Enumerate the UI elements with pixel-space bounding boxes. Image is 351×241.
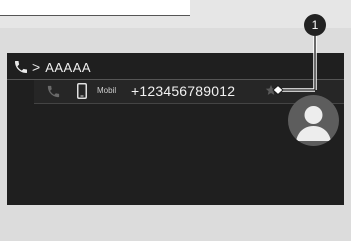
person-icon — [296, 106, 331, 141]
number-type-label: Mobil — [97, 86, 117, 95]
phone-icon — [47, 85, 60, 98]
star-icon[interactable] — [265, 84, 277, 96]
phone-icon[interactable] — [13, 59, 29, 75]
top-tab — [0, 0, 190, 16]
phone-number: +123456789012 — [131, 83, 236, 99]
breadcrumb-separator: > — [32, 59, 41, 75]
callout-badge: 1 — [304, 14, 326, 36]
phone-contact-screen: > AAAAA Mobil +123456789012 — [7, 53, 344, 205]
contact-name: AAAAA — [45, 59, 92, 75]
mobile-phone-icon — [77, 83, 87, 99]
contact-avatar — [288, 95, 339, 146]
contact-header: > AAAAA — [7, 53, 344, 81]
